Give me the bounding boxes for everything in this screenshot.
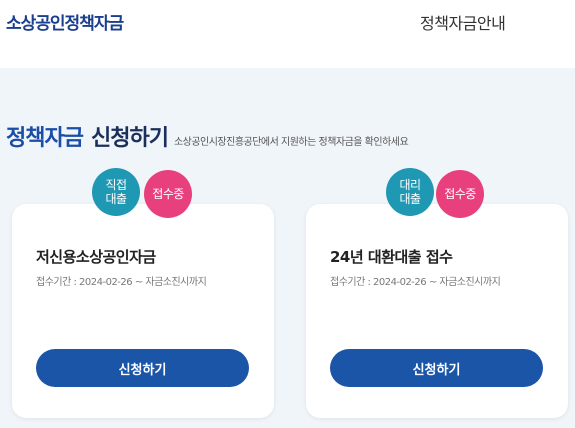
section-title-highlight: 정책자금 [6, 126, 84, 151]
card-title: 저신용소상공인자금 [36, 248, 156, 266]
card-title: 24년 대환대출 접수 [330, 248, 453, 266]
status-badge: 접수중 [144, 170, 192, 218]
main-section: 정책자금 신청하기 소상공인시장진흥공단에서 지원하는 정책자금을 확인하세요 직접… [0, 68, 575, 428]
apply-button[interactable]: 신청하기 [330, 349, 543, 387]
header: 소상공인정책자금 정책자금안내 [0, 0, 575, 68]
nav-policy-fund-info[interactable]: 정책자금안내 [420, 10, 506, 34]
fund-card-refinance: 대리 대출 접수중 24년 대환대출 접수 접수기간 : 2024-02-26 … [306, 168, 568, 418]
card-period: 접수기간 : 2024-02-26 ~ 자금소진시까지 [330, 277, 501, 288]
section-title-rest: 신청하기 [90, 126, 169, 151]
card-period: 접수기간 : 2024-02-26 ~ 자금소진시까지 [36, 277, 207, 288]
site-logo[interactable]: 소상공인정책자금 [6, 9, 124, 34]
apply-button[interactable]: 신청하기 [36, 349, 249, 387]
section-title: 정책자금 신청하기 소상공인시장진흥공단에서 지원하는 정책자금을 확인하세요 [6, 120, 409, 152]
loan-type-badge: 대리 대출 [386, 168, 434, 216]
section-subtitle: 소상공인시장진흥공단에서 지원하는 정책자금을 확인하세요 [173, 137, 409, 148]
fund-card-low-credit: 직접 대출 접수중 저신용소상공인자금 접수기간 : 2024-02-26 ~ … [12, 168, 274, 418]
status-badge: 접수중 [436, 170, 484, 218]
loan-type-badge: 직접 대출 [92, 168, 140, 216]
